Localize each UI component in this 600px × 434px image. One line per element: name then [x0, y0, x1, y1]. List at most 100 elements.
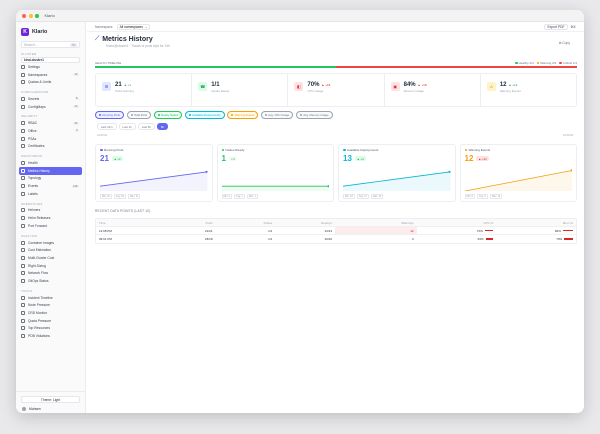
- metric-card-available-deployments[interactable]: Available Deployments 13 ▲ +3 Min: 10 Avg:…: [338, 144, 456, 202]
- card-value: 1: [221, 154, 226, 163]
- kpi-value: 1/1: [211, 82, 220, 88]
- table-row: 12:08 PM 21/21 1/1 13/13 12 70% 84%: [96, 227, 576, 235]
- chip-avg-memory-usage[interactable]: Avg. Memory Usage: [295, 111, 333, 119]
- card-title: Available Deployments: [347, 148, 379, 152]
- theme-toggle-button[interactable]: Theme: Light: [21, 396, 80, 403]
- helm-releases-icon: [21, 216, 25, 221]
- quota-pressure-icon: [21, 318, 25, 323]
- sidebar-item-quotas-limits[interactable]: Quotas & Limits: [16, 78, 85, 86]
- sidebar-item-cost-estimation[interactable]: Cost Estimation: [16, 246, 85, 254]
- health-timeline-bar[interactable]: [95, 66, 577, 68]
- sidebar-item-node-pressure[interactable]: Node Pressure: [16, 302, 85, 310]
- column-header[interactable]: CPU %: [417, 219, 497, 226]
- sidebar-item-health[interactable]: Health: [16, 159, 85, 167]
- minimize-window-button[interactable]: [28, 13, 33, 18]
- namespace-select[interactable]: All namespaces ⌄: [116, 23, 151, 30]
- close-window-button[interactable]: [22, 13, 26, 18]
- sidebar-item-settings[interactable]: Settings: [16, 63, 85, 71]
- chip-ready-nodes[interactable]: Ready Nodes: [153, 111, 183, 119]
- column-header[interactable]: Warnings: [335, 219, 417, 226]
- sidebar-item-incident-timeline[interactable]: Incident Timeline: [16, 294, 85, 302]
- pods-running-icon: ⊞: [102, 82, 111, 91]
- sidebar-item-quota-pressure[interactable]: Quota Pressure: [16, 317, 85, 325]
- sparkline-last-point[interactable]: [569, 169, 572, 172]
- sidebar-item-topology[interactable]: Topology: [16, 175, 85, 183]
- card-stat: Avg: 11: [356, 194, 369, 199]
- metric-card-warning-events[interactable]: Warning Events 12 ▲ +12 Min: 0 Avg: 6 Max: …: [459, 144, 577, 202]
- page-title-text: Metrics History: [102, 36, 153, 43]
- sidebar-item-gitops-status[interactable]: GitOps Status: [16, 277, 85, 285]
- table-row: 09:01 PM 18/18 1/1 10/10 0 64% 73%: [96, 235, 576, 243]
- column-header[interactable]: Time: [96, 219, 156, 226]
- table-cell: 84%: [496, 227, 576, 234]
- sidebar-item-label: Labels: [28, 191, 38, 196]
- card-stat: Avg: 6: [477, 194, 488, 199]
- kpi-nodes-ready: ☎ 1/1 Nodes Ready: [192, 74, 289, 106]
- card-stat: Max: 21: [127, 194, 141, 199]
- sparkline-area: [221, 186, 329, 191]
- metric-card-running-pods[interactable]: Running Pods 21 ▲ +1 Min: 20 Avg: 20 Max: 2…: [95, 144, 213, 202]
- avatar: [22, 407, 26, 411]
- sidebar-item-network-flow[interactable]: Network Flow: [16, 269, 85, 277]
- sidebar-search-input[interactable]: Search... ⌘K: [21, 41, 80, 48]
- range-last-15m[interactable]: Last 15m: [97, 123, 117, 131]
- table-cell: 64%: [417, 235, 497, 243]
- sparkline-last-point[interactable]: [448, 170, 451, 173]
- brand[interactable]: K Klario: [16, 25, 85, 39]
- sidebar-item-multi-cluster-cost[interactable]: Multi-Cluster Cost: [16, 254, 85, 262]
- sidebar-item-label: Node Pressure: [28, 303, 50, 308]
- table-cell: 1/1: [268, 228, 273, 233]
- command-shortcut[interactable]: ⌘K: [571, 25, 577, 29]
- sidebar-item-namespaces[interactable]: Namespaces 12: [16, 71, 85, 79]
- chip-avg-cpu-usage[interactable]: Avg. CPU Usage: [260, 111, 294, 119]
- legend-warning: Warning 0/4: [536, 61, 556, 65]
- window-title: Klario: [44, 13, 55, 18]
- kpi-label: CPU Usage: [307, 89, 324, 93]
- kpi-warning-events: ⚠ 12 ▲ +12 Warning Events: [481, 74, 576, 106]
- sidebar-item-events[interactable]: Events 128: [16, 182, 85, 190]
- copy-button[interactable]: ⧉ Copy: [559, 41, 570, 45]
- table-header-row: Time Pods Nodes Deploys Warnings CPU % Mem %: [96, 219, 576, 227]
- sidebar-item-psas[interactable]: PSAs: [16, 135, 85, 143]
- sidebar-item-labels[interactable]: Labels: [16, 190, 85, 198]
- sparkline-last-point[interactable]: [205, 170, 208, 173]
- time-range-labels: 12:03:04 12:03:04: [97, 134, 573, 137]
- sidebar-item-count: 8: [74, 97, 79, 101]
- sidebar-item-certificates[interactable]: Certificates: [16, 143, 85, 151]
- sidebar-item-container-images[interactable]: Container Images: [16, 239, 85, 247]
- maximize-window-button[interactable]: [35, 13, 39, 18]
- sidebar-item-rbac[interactable]: RBAC 32: [16, 119, 85, 127]
- user-menu[interactable]: Mohsen: [16, 405, 85, 413]
- card-stat: Max: 13: [370, 194, 384, 199]
- breadcrumb[interactable]: Namespace: [95, 25, 113, 29]
- sidebar-item-crd-monitor[interactable]: CRD Monitor: [16, 309, 85, 317]
- sidebar-item-helm-releases[interactable]: Helm Releases: [16, 214, 85, 222]
- sidebar-item-secrets[interactable]: Secrets 8: [16, 95, 85, 103]
- sidebar-item-helmers[interactable]: Helmers: [16, 207, 85, 215]
- sidebar-item-configmaps[interactable]: ConfigMaps 14: [16, 103, 85, 111]
- kpi-delta: ▲ +1: [123, 83, 131, 87]
- chip-running-pods[interactable]: Running Pods: [95, 111, 125, 119]
- column-header[interactable]: Mem %: [496, 219, 576, 226]
- chip-warning-events[interactable]: Warning Events: [227, 111, 259, 119]
- export-pdf-button[interactable]: Export PDF: [544, 23, 568, 30]
- metric-card-nodes-ready[interactable]: Nodes Ready 1 = 0 Min: 1 Avg: 1 Max: 1: [216, 144, 334, 202]
- chip-total-pods[interactable]: Total Pods: [126, 111, 152, 119]
- sidebar-item-top-resources[interactable]: Top Resources: [16, 325, 85, 333]
- range-6h[interactable]: 6h: [156, 123, 169, 131]
- sidebar-item-right-sizing[interactable]: Right-Sizing: [16, 262, 85, 270]
- sidebar-item-pdb-violations[interactable]: PDB Violations: [16, 332, 85, 340]
- column-header[interactable]: Deploys: [275, 219, 335, 226]
- column-header[interactable]: Pods: [156, 219, 216, 226]
- sidebar-item-office[interactable]: Office 3: [16, 127, 85, 135]
- memory-usage-icon: ▣: [390, 82, 400, 91]
- sparkline-last-point[interactable]: [326, 185, 329, 188]
- range-last-6h[interactable]: Last 6h: [137, 123, 155, 131]
- sidebar-item-port-forward[interactable]: Port Forward: [16, 222, 85, 230]
- column-header[interactable]: Nodes: [216, 219, 276, 226]
- table-cell: 13/13: [324, 228, 332, 233]
- chip-available-deployments[interactable]: Available Deployments: [184, 111, 225, 119]
- table-cell: 21/21: [204, 228, 213, 233]
- range-last-1h[interactable]: Last 1h: [118, 123, 136, 131]
- sidebar-item-metrics-history[interactable]: Metrics History: [19, 166, 82, 175]
